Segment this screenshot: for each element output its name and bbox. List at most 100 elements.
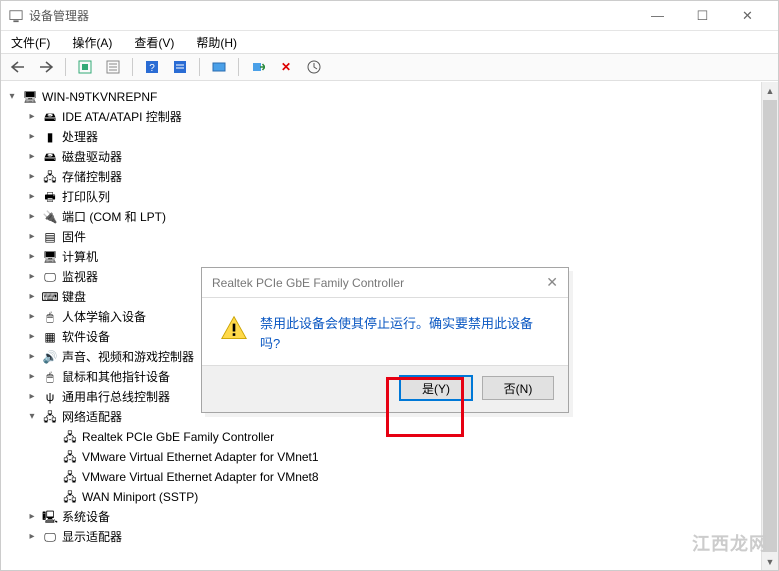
expand-icon[interactable]: ▸ <box>26 131 38 143</box>
expand-icon[interactable]: ▸ <box>26 271 38 283</box>
item-label: 鼠标和其他指针设备 <box>62 367 170 387</box>
expand-icon[interactable]: ▸ <box>26 511 38 523</box>
expand-icon <box>46 431 58 443</box>
device-icon: 🖧 <box>42 169 58 185</box>
tree-root-label: WIN-N9TKVNREPNF <box>42 87 157 107</box>
show-hidden-icon[interactable] <box>74 56 96 78</box>
device-icon: 🖧 <box>62 489 78 505</box>
no-button[interactable]: 否(N) <box>482 376 554 400</box>
scroll-up-icon[interactable]: ▲ <box>762 82 778 99</box>
menu-file[interactable]: 文件(F) <box>7 32 54 53</box>
forward-icon[interactable] <box>35 56 57 78</box>
yes-button[interactable]: 是(Y) <box>400 376 472 400</box>
toolbar-separator <box>199 58 200 76</box>
device-icon: ▦ <box>42 329 58 345</box>
expand-icon[interactable]: ▸ <box>26 531 38 543</box>
category-item[interactable]: ▾🖧网络适配器🖧Realtek PCIe GbE Family Controll… <box>26 407 777 507</box>
dialog-message: 禁用此设备会使其停止运行。确实要禁用此设备吗? <box>260 314 550 353</box>
update-driver-icon[interactable] <box>303 56 325 78</box>
item-label: 显示适配器 <box>62 527 122 547</box>
menu-action[interactable]: 操作(A) <box>68 32 116 53</box>
dialog-titlebar: Realtek PCIe GbE Family Controller ✕ <box>202 268 568 298</box>
device-item[interactable]: 🖧VMware Virtual Ethernet Adapter for VMn… <box>46 467 777 487</box>
help-icon[interactable]: ? <box>141 56 163 78</box>
device-item[interactable]: 🖧WAN Miniport (SSTP) <box>46 487 777 507</box>
app-icon <box>9 9 23 23</box>
expand-icon[interactable]: ▸ <box>26 171 38 183</box>
expand-icon[interactable]: ▸ <box>26 311 38 323</box>
device-icon: 🖧 <box>62 429 78 445</box>
toolbar-separator <box>238 58 239 76</box>
item-label: 计算机 <box>62 247 98 267</box>
device-icon: 🖧 <box>62 469 78 485</box>
expand-icon <box>46 491 58 503</box>
expand-icon[interactable]: ▸ <box>26 191 38 203</box>
expand-icon[interactable]: ▸ <box>26 231 38 243</box>
item-label: 网络适配器 <box>62 407 122 427</box>
expand-icon[interactable]: ▸ <box>26 351 38 363</box>
svg-text:?: ? <box>149 63 155 74</box>
expand-icon[interactable]: ▸ <box>26 291 38 303</box>
toolbar: ? ✕ <box>1 53 778 81</box>
menu-view[interactable]: 查看(V) <box>130 32 178 53</box>
expand-icon <box>46 451 58 463</box>
category-item[interactable]: ▸🖳系统设备 <box>26 507 777 527</box>
expand-icon[interactable]: ▸ <box>26 391 38 403</box>
item-label: 磁盘驱动器 <box>62 147 122 167</box>
maximize-button[interactable]: ☐ <box>680 2 725 30</box>
back-icon[interactable] <box>7 56 29 78</box>
device-icon: 🖱 <box>42 309 58 325</box>
scan-icon[interactable] <box>208 56 230 78</box>
item-label: 软件设备 <box>62 327 110 347</box>
category-item[interactable]: ▸🔌端口 (COM 和 LPT) <box>26 207 777 227</box>
item-label: 存储控制器 <box>62 167 122 187</box>
scroll-thumb[interactable] <box>763 100 777 552</box>
device-item[interactable]: 🖧VMware Virtual Ethernet Adapter for VMn… <box>46 447 777 467</box>
item-label: 处理器 <box>62 127 98 147</box>
expand-icon[interactable]: ▸ <box>26 371 38 383</box>
expand-icon[interactable]: ▸ <box>26 251 38 263</box>
category-item[interactable]: ▸🖵显示适配器 <box>26 527 777 547</box>
item-label: 固件 <box>62 227 86 247</box>
item-label: IDE ATA/ATAPI 控制器 <box>62 107 182 127</box>
category-item[interactable]: ▸ 🖥计算机 <box>26 247 777 267</box>
titlebar: 设备管理器 — ☐ ✕ <box>1 1 778 31</box>
item-label: Realtek PCIe GbE Family Controller <box>82 427 274 447</box>
device-icon: 🔊 <box>42 349 58 365</box>
warning-icon <box>220 314 248 342</box>
category-item[interactable]: ▸🖴IDE ATA/ATAPI 控制器 <box>26 107 777 127</box>
category-item[interactable]: ▸ ▤固件 <box>26 227 777 247</box>
device-icon: 🖧 <box>42 409 58 425</box>
properties-icon[interactable] <box>102 56 124 78</box>
item-label: 监视器 <box>62 267 98 287</box>
vertical-scrollbar[interactable]: ▲ ▼ <box>761 82 778 570</box>
category-item[interactable]: ▸ 🖧存储控制器 <box>26 167 777 187</box>
dialog-close-icon[interactable]: ✕ <box>546 274 558 291</box>
collapse-icon[interactable]: ▾ <box>26 411 38 423</box>
item-label: 打印队列 <box>62 187 110 207</box>
category-item[interactable]: ▸🖶打印队列 <box>26 187 777 207</box>
confirm-dialog: Realtek PCIe GbE Family Controller ✕ 禁用此… <box>201 267 569 413</box>
close-button[interactable]: ✕ <box>725 2 770 30</box>
expand-icon[interactable]: ▸ <box>26 151 38 163</box>
category-item[interactable]: ▸▮处理器 <box>26 127 777 147</box>
device-icon: 🖱 <box>42 369 58 385</box>
expand-icon[interactable]: ▸ <box>26 331 38 343</box>
menu-help[interactable]: 帮助(H) <box>192 32 241 53</box>
disable-icon[interactable]: ✕ <box>275 56 297 78</box>
device-icon: 🖧 <box>62 449 78 465</box>
category-item[interactable]: ▸🖴磁盘驱动器 <box>26 147 777 167</box>
device-icon: 🖥 <box>42 249 58 265</box>
collapse-icon[interactable]: ▾ <box>6 91 18 103</box>
enable-icon[interactable] <box>247 56 269 78</box>
minimize-button[interactable]: — <box>635 2 680 30</box>
dialog-body: 禁用此设备会使其停止运行。确实要禁用此设备吗? <box>202 298 568 365</box>
device-item[interactable]: 🖧Realtek PCIe GbE Family Controller <box>46 427 777 447</box>
menubar: 文件(F) 操作(A) 查看(V) 帮助(H) <box>1 31 778 53</box>
device-icon: ▤ <box>42 229 58 245</box>
expand-icon[interactable]: ▸ <box>26 211 38 223</box>
dialog-title: Realtek PCIe GbE Family Controller <box>212 276 404 290</box>
expand-icon[interactable]: ▸ <box>26 111 38 123</box>
refresh-icon[interactable] <box>169 56 191 78</box>
item-label: 系统设备 <box>62 507 110 527</box>
